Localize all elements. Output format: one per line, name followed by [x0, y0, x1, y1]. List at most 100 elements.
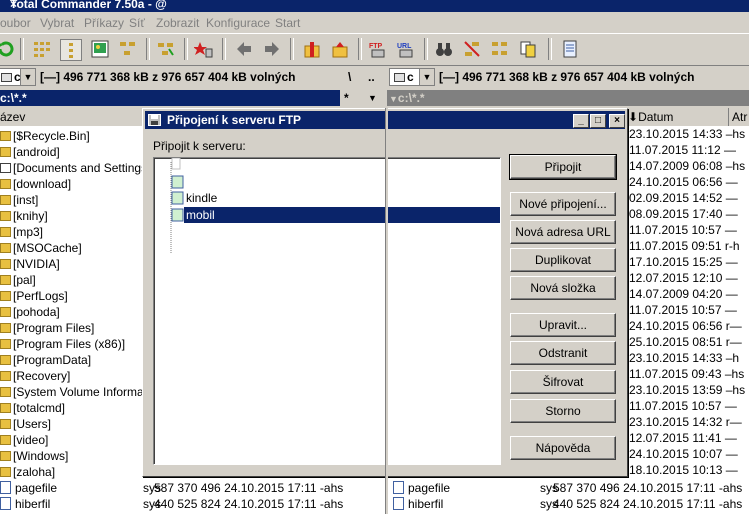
- sync-dirs-icon[interactable]: [490, 39, 510, 59]
- menu-net[interactable]: Síť: [129, 16, 145, 30]
- list-item[interactable]: [knihy]: [0, 208, 48, 224]
- chevron-down-icon[interactable]: ▼: [419, 69, 434, 85]
- tree-item-mobil[interactable]: mobil: [184, 207, 500, 223]
- back-arrow-icon[interactable]: [234, 39, 254, 59]
- item-name: [PerfLogs]: [13, 289, 68, 303]
- right-path-bar[interactable]: ▼c:\*.*: [387, 90, 749, 106]
- duplicate-button[interactable]: Duplikovat: [510, 248, 616, 272]
- list-item[interactable]: [mp3]: [0, 224, 43, 240]
- list-item[interactable]: [PerfLogs]: [0, 288, 68, 304]
- list-item[interactable]: [Program Files]: [0, 320, 94, 336]
- left-up-button[interactable]: ..: [368, 70, 375, 84]
- menu-bar: oubor Vybrat Příkazy Síť Zobrazit Konfig…: [0, 13, 749, 33]
- list-item[interactable]: hiberfil sys 440 525 824 24.10.2015 17:11 …: [0, 496, 343, 512]
- date-cell: 11.07.2015 09:51 r-h: [629, 239, 740, 253]
- compare-files-icon[interactable]: [518, 39, 538, 59]
- menu-start[interactable]: Start: [275, 16, 300, 30]
- menu-show[interactable]: Zobrazit: [156, 16, 199, 30]
- multi-rename-icon[interactable]: [462, 39, 482, 59]
- date-cell: 23.10.2015 14:32 r—: [629, 415, 742, 429]
- unpack-icon[interactable]: [330, 39, 350, 59]
- search-binoculars-icon[interactable]: [434, 39, 454, 59]
- folder-link-icon: [0, 163, 11, 173]
- url-icon[interactable]: URL: [396, 39, 416, 59]
- right-path: c:\*.*: [397, 91, 425, 105]
- list-item[interactable]: [totalcmd]: [0, 400, 65, 416]
- list-item[interactable]: [ProgramData]: [0, 352, 91, 368]
- list-item[interactable]: [Documents and Settings]: [0, 160, 150, 176]
- date-cell: 17.10.2015 15:25 —: [629, 255, 738, 269]
- ftp-icon[interactable]: FTP: [368, 39, 388, 59]
- menu-file[interactable]: oubor: [0, 16, 31, 30]
- new-connection-button[interactable]: Nové připojení...: [510, 192, 616, 216]
- refresh-icon[interactable]: [0, 39, 16, 59]
- right-col-date[interactable]: ⬇Datum: [628, 108, 729, 126]
- list-item[interactable]: [zaloha]: [0, 464, 55, 480]
- list-item[interactable]: [inst]: [0, 192, 38, 208]
- list-item[interactable]: [pohoda]: [0, 304, 60, 320]
- list-item[interactable]: [Recovery]: [0, 368, 70, 384]
- right-drive-select[interactable]: c ▼: [389, 68, 435, 86]
- list-item[interactable]: [$Recycle.Bin]: [0, 128, 90, 144]
- list-item[interactable]: [video]: [0, 432, 48, 448]
- left-history-button[interactable]: *: [344, 90, 356, 106]
- forward-arrow-icon[interactable]: [262, 39, 282, 59]
- left-free-space: [—] 496 771 368 kB z 976 657 404 kB voln…: [40, 70, 296, 84]
- pack-icon[interactable]: [302, 39, 322, 59]
- server-tree[interactable]: kindle mobil: [153, 157, 501, 465]
- svg-text:URL: URL: [397, 43, 412, 50]
- tree-view-icon[interactable]: [118, 39, 138, 59]
- full-view-icon[interactable]: [60, 39, 82, 61]
- tree-item-kindle[interactable]: kindle: [184, 190, 219, 206]
- list-item[interactable]: [download]: [0, 176, 71, 192]
- folder-icon: [0, 467, 11, 477]
- close-icon[interactable]: ×: [10, 0, 741, 10]
- chevron-down-icon[interactable]: ▼: [20, 69, 35, 85]
- thumbnail-icon[interactable]: [90, 39, 110, 59]
- list-item[interactable]: [NVIDIA]: [0, 256, 60, 272]
- list-item[interactable]: [MSOCache]: [0, 240, 82, 256]
- left-col-name[interactable]: ázev: [0, 108, 25, 126]
- menu-commands[interactable]: Příkazy: [84, 16, 124, 30]
- list-item[interactable]: pagefile sys 587 370 496 24.10.2015 17:11 …: [0, 480, 343, 496]
- menu-configuration[interactable]: Konfigurace: [206, 16, 270, 30]
- help-button[interactable]: Nápověda: [510, 436, 616, 460]
- item-name: [ProgramData]: [13, 353, 92, 367]
- list-item[interactable]: [android]: [0, 144, 60, 160]
- minimize-icon[interactable]: _: [573, 114, 589, 128]
- close-icon[interactable]: ×: [609, 114, 625, 128]
- encrypt-button[interactable]: Šifrovat: [510, 370, 616, 394]
- panel-splitter[interactable]: [385, 108, 388, 514]
- file-icon: [393, 481, 404, 494]
- new-folder-button[interactable]: Nová složka: [510, 276, 616, 300]
- notepad-icon[interactable]: [560, 39, 580, 59]
- right-col-attr[interactable]: Atr: [732, 108, 747, 126]
- delete-button[interactable]: Odstranit: [510, 341, 616, 365]
- item-name: pagefile: [15, 481, 58, 495]
- date-cell: 11.07.2015 10:57 —: [629, 223, 737, 237]
- edit-button[interactable]: Upravit...: [510, 313, 616, 337]
- chevron-down-icon[interactable]: ▼: [368, 90, 378, 106]
- menu-mark[interactable]: Vybrat: [40, 16, 74, 30]
- list-item[interactable]: [Program Files (x86)]: [0, 336, 125, 352]
- new-url-button[interactable]: Nová adresa URL: [510, 220, 616, 244]
- list-item[interactable]: hiberfil sys 440 525 824 24.10.2015 17:11 …: [393, 496, 742, 512]
- folder-icon: [0, 259, 11, 269]
- star-icon[interactable]: [193, 39, 214, 59]
- right-drive-letter: c: [407, 70, 414, 84]
- folder-icon: [0, 291, 11, 301]
- left-path-bar[interactable]: c:\*.*: [0, 90, 340, 106]
- list-item[interactable]: [Users]: [0, 416, 51, 432]
- connect-button[interactable]: Připojit: [509, 154, 617, 180]
- left-drive-select[interactable]: c ▼: [0, 68, 36, 86]
- invert-selection-icon[interactable]: [156, 39, 176, 59]
- cancel-button[interactable]: Storno: [510, 399, 616, 423]
- list-item[interactable]: pagefile sys 587 370 496 24.10.2015 17:11 …: [393, 480, 742, 496]
- brief-view-icon[interactable]: [32, 39, 52, 59]
- item-name: [Recovery]: [13, 369, 71, 383]
- list-item[interactable]: [pal]: [0, 272, 36, 288]
- left-root-button[interactable]: \: [348, 70, 351, 84]
- maximize-icon[interactable]: □: [590, 114, 606, 128]
- folder-icon: [0, 227, 11, 237]
- list-item[interactable]: [Windows]: [0, 448, 68, 464]
